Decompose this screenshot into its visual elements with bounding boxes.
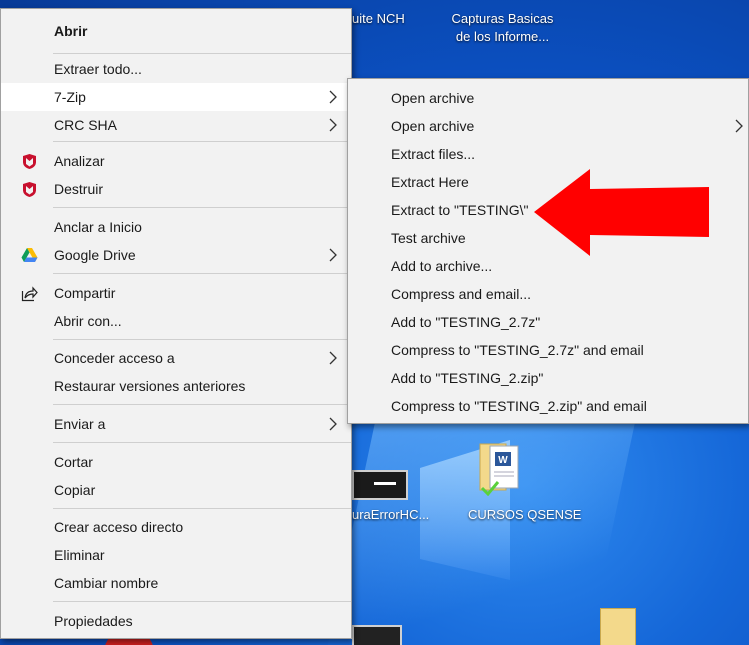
menu-item-label: CRC SHA bbox=[54, 117, 118, 133]
desktop-label-rrorhc[interactable]: uraErrorHC... bbox=[352, 506, 429, 524]
menu-item-label: Open archive bbox=[391, 118, 475, 134]
svg-text:W: W bbox=[498, 455, 508, 466]
menu-item-destruir[interactable]: Destruir bbox=[1, 175, 351, 203]
menu-item-label: Google Drive bbox=[54, 247, 136, 263]
google-drive-icon bbox=[21, 248, 38, 262]
chevron-right-icon bbox=[329, 90, 337, 104]
menu-item-compartir[interactable]: Compartir bbox=[1, 279, 351, 307]
menu-item-label: Compress to "TESTING_2.7z" and email bbox=[391, 342, 644, 358]
menu-item-propiedades[interactable]: Propiedades bbox=[1, 607, 351, 635]
menu-item-label: Extract Here bbox=[391, 174, 469, 190]
share-icon bbox=[21, 286, 38, 302]
menu-item-restaurar-versiones[interactable]: Restaurar versiones anteriores bbox=[1, 372, 351, 400]
menu-item-label: Restaurar versiones anteriores bbox=[54, 378, 246, 394]
menu-item-label: 7-Zip bbox=[54, 89, 86, 105]
menu-item-label: Add to "TESTING_2.zip" bbox=[391, 370, 544, 386]
menu-item-label: Conceder acceso a bbox=[54, 350, 175, 366]
menu-item-label: Propiedades bbox=[54, 613, 133, 629]
menu-item-eliminar[interactable]: Eliminar bbox=[1, 541, 351, 569]
submenu-item-add-to-zip[interactable]: Add to "TESTING_2.zip" bbox=[348, 364, 748, 392]
submenu-item-add-to-7z[interactable]: Add to "TESTING_2.7z" bbox=[348, 308, 748, 336]
submenu-item-compress-7z-email[interactable]: Compress to "TESTING_2.7z" and email bbox=[348, 336, 748, 364]
menu-separator bbox=[53, 339, 351, 340]
chevron-right-icon bbox=[329, 248, 337, 262]
icon-detail bbox=[374, 482, 396, 485]
menu-item-abrir-con[interactable]: Abrir con... bbox=[1, 307, 351, 335]
menu-separator bbox=[53, 207, 351, 208]
menu-item-conceder-acceso[interactable]: Conceder acceso a bbox=[1, 344, 351, 372]
menu-item-label: Add to "TESTING_2.7z" bbox=[391, 314, 541, 330]
menu-item-label: Compress to "TESTING_2.zip" and email bbox=[391, 398, 647, 414]
menu-item-cortar[interactable]: Cortar bbox=[1, 448, 351, 476]
menu-item-label: Compartir bbox=[54, 285, 116, 301]
menu-separator bbox=[53, 601, 351, 602]
chevron-right-icon bbox=[735, 119, 743, 133]
menu-separator bbox=[53, 141, 351, 142]
menu-item-google-drive[interactable]: Google Drive bbox=[1, 241, 351, 269]
menu-item-label: Add to archive... bbox=[391, 258, 493, 274]
menu-item-label: Compress and email... bbox=[391, 286, 532, 302]
menu-item-label: Abrir con... bbox=[54, 313, 122, 329]
menu-item-label: Cambiar nombre bbox=[54, 575, 159, 591]
menu-separator bbox=[53, 404, 351, 405]
desktop-icon-error-shortcut[interactable] bbox=[352, 470, 408, 500]
folder-icon[interactable] bbox=[600, 608, 636, 645]
menu-item-crear-acceso-directo[interactable]: Crear acceso directo bbox=[1, 513, 351, 541]
submenu-item-compress-and-email[interactable]: Compress and email... bbox=[348, 280, 748, 308]
context-menu: Abrir Extraer todo... 7-Zip CRC SHA Anal… bbox=[0, 8, 352, 639]
menu-item-7zip[interactable]: 7-Zip bbox=[1, 83, 351, 111]
menu-separator bbox=[53, 53, 351, 54]
menu-item-label: Analizar bbox=[54, 153, 105, 169]
mcafee-shield-icon bbox=[23, 154, 36, 169]
submenu-item-extract-files[interactable]: Extract files... bbox=[348, 140, 748, 168]
desktop-icon-shortcut[interactable] bbox=[352, 625, 402, 645]
menu-item-label: Eliminar bbox=[54, 547, 105, 563]
submenu-item-open-archive[interactable]: Open archive bbox=[348, 84, 748, 112]
menu-item-extraer-todo[interactable]: Extraer todo... bbox=[1, 55, 351, 83]
desktop-label-capturas[interactable]: Capturas Basicas de los Informe... bbox=[440, 10, 565, 46]
menu-item-enviar-a[interactable]: Enviar a bbox=[1, 410, 351, 438]
menu-separator bbox=[53, 508, 351, 509]
submenu-item-open-archive-more[interactable]: Open archive bbox=[348, 112, 748, 140]
menu-item-label: Cortar bbox=[54, 454, 93, 470]
submenu-item-compress-zip-email[interactable]: Compress to "TESTING_2.zip" and email bbox=[348, 392, 748, 420]
word-document-icon[interactable]: W bbox=[478, 440, 522, 497]
menu-item-label: Anclar a Inicio bbox=[54, 219, 142, 235]
menu-item-copiar[interactable]: Copiar bbox=[1, 476, 351, 504]
menu-item-anclar-inicio[interactable]: Anclar a Inicio bbox=[1, 213, 351, 241]
menu-item-cambiar-nombre[interactable]: Cambiar nombre bbox=[1, 569, 351, 597]
menu-item-label: Open archive bbox=[391, 90, 475, 106]
menu-item-crc-sha[interactable]: CRC SHA bbox=[1, 111, 351, 139]
menu-separator bbox=[53, 442, 351, 443]
menu-item-label: Crear acceso directo bbox=[54, 519, 184, 535]
menu-item-label: Extraer todo... bbox=[54, 61, 142, 77]
menu-item-analizar[interactable]: Analizar bbox=[1, 147, 351, 175]
menu-separator bbox=[53, 273, 351, 274]
menu-item-label: Destruir bbox=[54, 181, 104, 197]
chevron-right-icon bbox=[329, 417, 337, 431]
desktop-label-capturas-line2: de los Informe... bbox=[455, 29, 550, 44]
menu-item-abrir[interactable]: Abrir bbox=[1, 17, 351, 45]
desktop-label-suite[interactable]: uite NCH bbox=[352, 10, 405, 28]
desktop-label-capturas-line1: Capturas Basicas bbox=[451, 11, 554, 26]
menu-item-label: Enviar a bbox=[54, 416, 106, 432]
desktop-label-cursos[interactable]: CURSOS QSENSE bbox=[468, 506, 581, 524]
red-arrow-annotation bbox=[534, 169, 709, 256]
menu-item-label: Extract to "TESTING\" bbox=[391, 202, 529, 218]
mcafee-shield-icon bbox=[23, 182, 36, 197]
menu-item-label: Test archive bbox=[391, 230, 466, 246]
chevron-right-icon bbox=[329, 118, 337, 132]
chevron-right-icon bbox=[329, 351, 337, 365]
menu-item-label: Abrir bbox=[54, 23, 88, 39]
menu-item-label: Copiar bbox=[54, 482, 96, 498]
menu-item-label: Extract files... bbox=[391, 146, 476, 162]
